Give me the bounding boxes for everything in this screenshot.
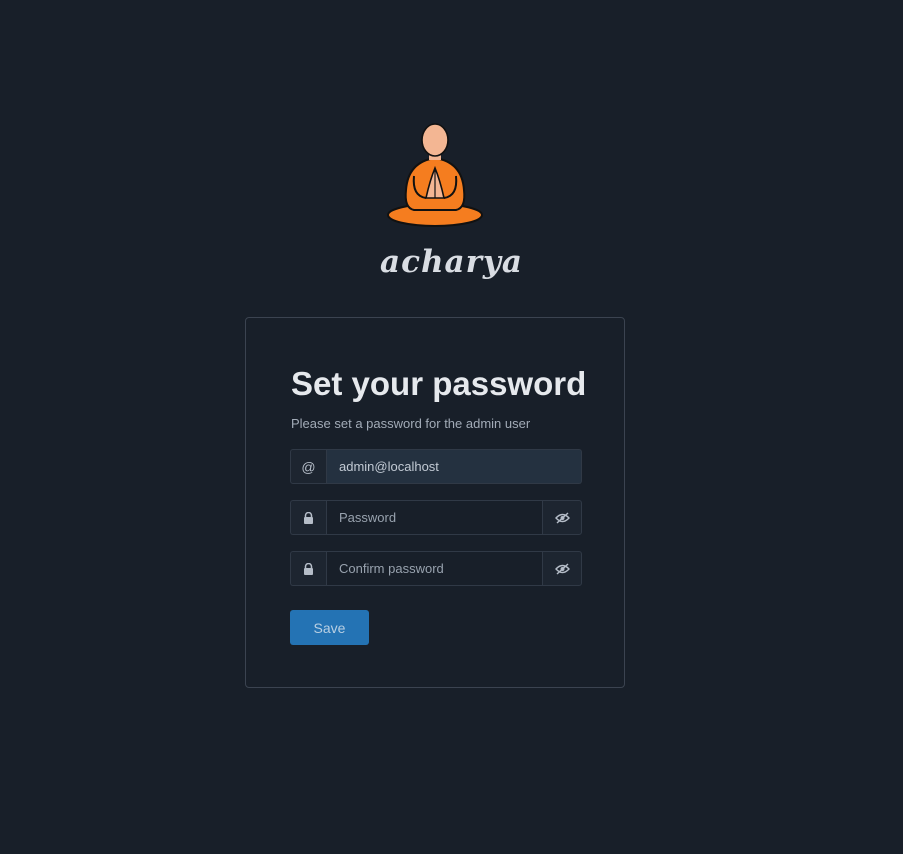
eye-slash-icon[interactable] (542, 500, 582, 535)
confirm-password-input[interactable] (326, 551, 542, 586)
email-field[interactable] (327, 449, 582, 484)
at-sign-icon: @ (290, 449, 327, 484)
email-field-group: @ (290, 449, 582, 484)
eye-slash-icon[interactable] (542, 551, 582, 586)
lock-icon (290, 500, 326, 535)
meditating-monk-icon (387, 123, 483, 227)
brand-name: acharya (379, 244, 524, 280)
password-input[interactable] (326, 500, 542, 535)
page-title: Set your password (291, 365, 587, 402)
lock-icon (290, 551, 326, 586)
app-logo (378, 118, 494, 238)
page-subtitle: Please set a password for the admin user (291, 416, 531, 431)
confirm-password-field-group (290, 551, 582, 586)
set-password-card: Set your password Please set a password … (245, 317, 625, 688)
save-button[interactable]: Save (290, 610, 369, 645)
password-field-group (290, 500, 582, 535)
